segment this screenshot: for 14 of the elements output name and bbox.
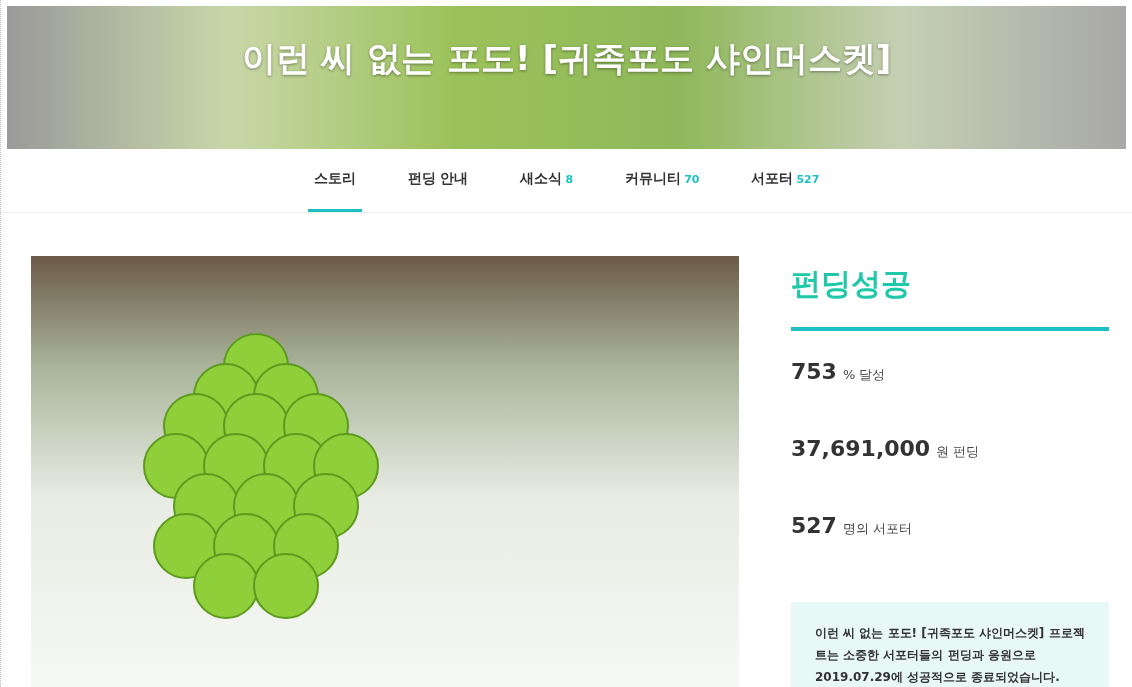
tab[interactable]: 펀딩 안내 (401, 149, 475, 212)
status-heading: 펀딩성공 (791, 265, 912, 303)
tab[interactable]: 스토리 (307, 149, 362, 212)
stat-value: 753 (791, 359, 837, 384)
project-title: 이런 씨 없는 포도! [귀족포도 샤인머스켓] (241, 37, 892, 80)
tab[interactable]: 서포터 527 (745, 149, 826, 212)
notice-text: 이런 씨 없는 포도! [귀족포도 샤인머스켓] 프로젝트는 소중한 서포터들의 펀딩과 응원으로 2019.07.29에 성공적으로 종료되었습니다. (815, 625, 1085, 686)
stat-unit: % 달성 (842, 366, 886, 384)
stat-unit: 원 펀딩 (936, 443, 980, 461)
stat-value: 37,691,000 (791, 436, 931, 461)
stat-value: 527 (791, 513, 837, 538)
stat-unit: 명의 서포터 (842, 520, 913, 538)
tab[interactable]: 새소식 8 (514, 149, 580, 212)
tab[interactable]: 커뮤니티 70 (619, 149, 706, 212)
